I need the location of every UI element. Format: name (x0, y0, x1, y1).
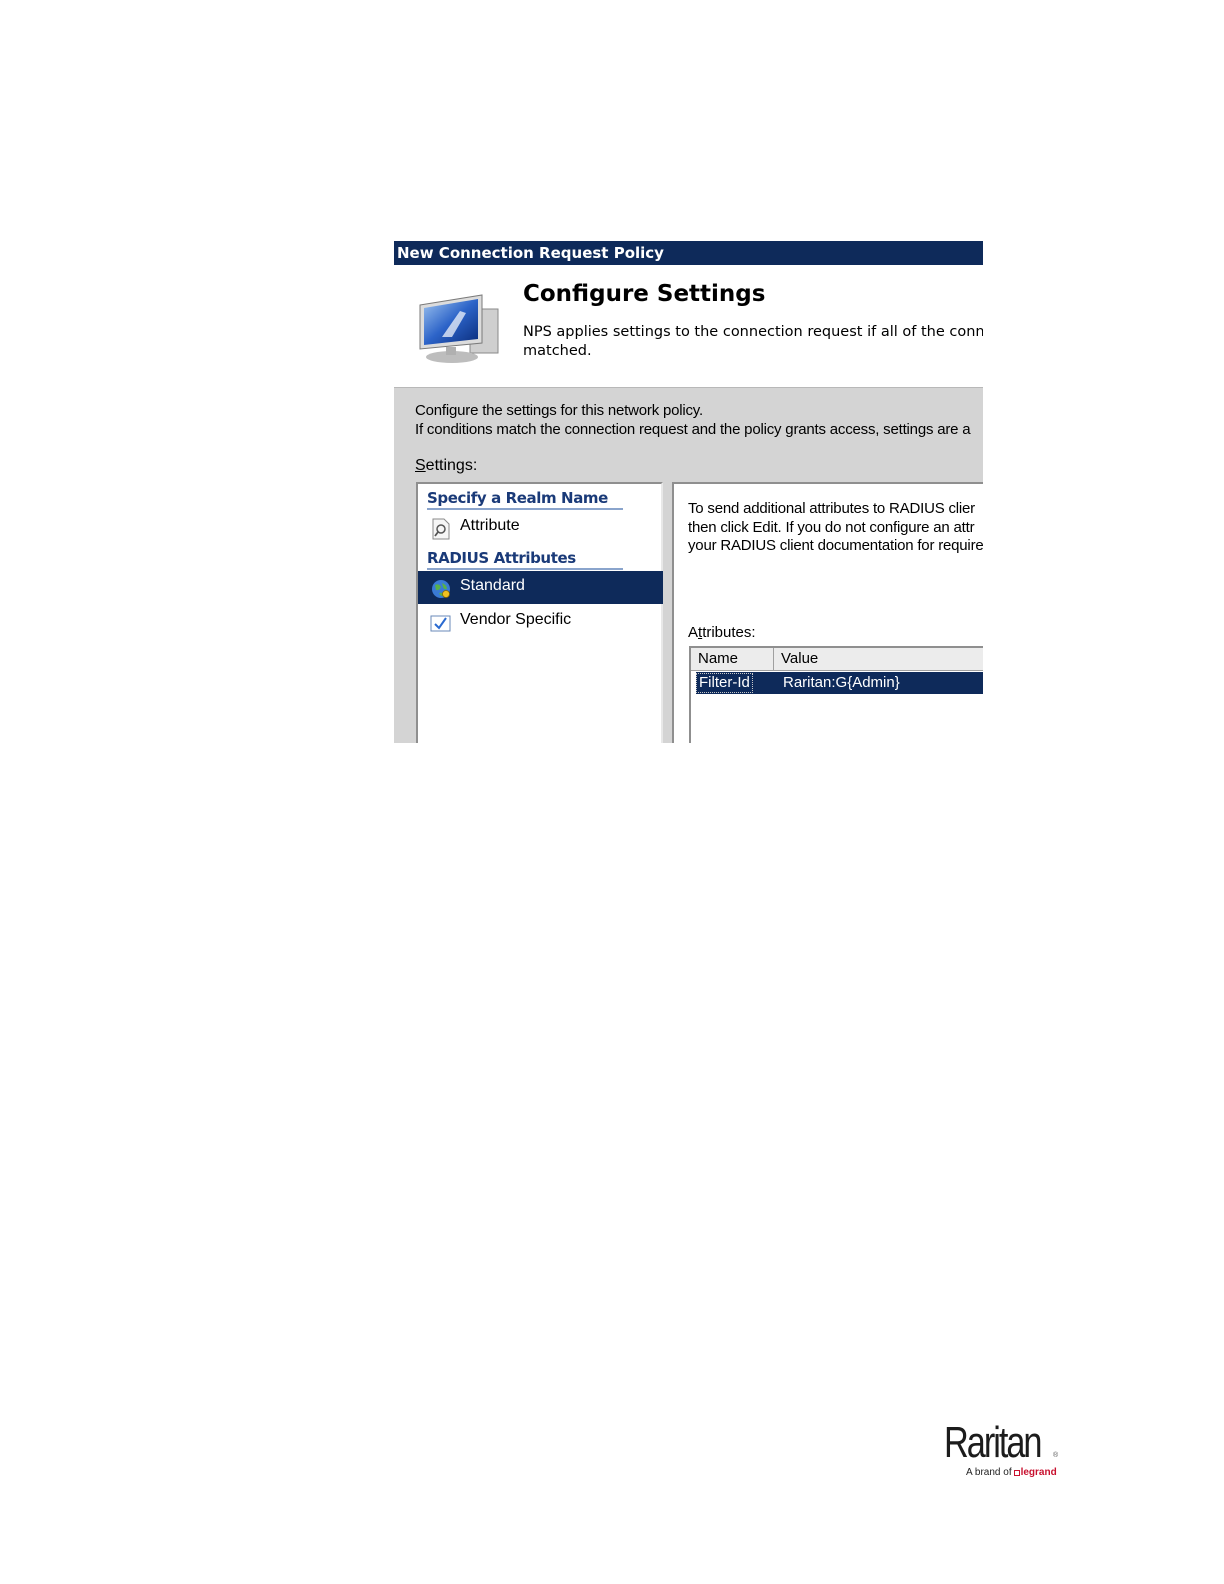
registered-mark: ® (1053, 1452, 1059, 1459)
intro-line: Configure the settings for this network … (415, 402, 703, 419)
details-description: To send additional attributes to RADIUS … (688, 500, 983, 556)
page-description: NPS applies settings to the connection r… (523, 323, 983, 361)
details-line: then click Edit. If you do not configure… (688, 518, 975, 536)
access-key: S (415, 457, 426, 474)
attributes-label-part: A (688, 624, 699, 641)
tree-item-vendor-specific[interactable]: Vendor Specific (418, 605, 663, 638)
attributes-label-part: tributes: (702, 624, 756, 641)
settings-tree: Specify a Realm Name Attribute RADIUS At… (416, 482, 663, 743)
checkbox-icon (430, 615, 451, 632)
tree-item-attribute[interactable]: Attribute (418, 511, 663, 544)
attributes-label: Attributes: (688, 624, 756, 641)
settings-label-text: ettings: (425, 457, 478, 474)
group-header-realm: Specify a Realm Name (427, 489, 623, 510)
wizard-header: Configure Settings NPS applies settings … (394, 265, 983, 388)
tree-item-label: Vendor Specific (460, 611, 572, 628)
tree-item-label: Attribute (460, 517, 520, 534)
globe-icon (432, 580, 450, 598)
legrand-square-icon (1013, 1470, 1020, 1476)
description-line: matched. (523, 343, 592, 359)
magnifier-page-icon (432, 518, 450, 540)
tagline-brand: legrand (1020, 1467, 1057, 1478)
description-line: NPS applies settings to the connection r… (523, 324, 983, 340)
brand-wordmark: Raritan (944, 1418, 1042, 1467)
brand-tagline: A brand of legrand (966, 1467, 1057, 1478)
column-header-value[interactable]: Value (774, 648, 983, 670)
cell-name: Filter-Id (699, 674, 750, 691)
settings-label: Settings: (415, 457, 477, 475)
settings-details: To send additional attributes to RADIUS … (672, 482, 983, 743)
brand-logo: Raritan ® A brand of legrand (940, 1418, 1062, 1480)
tree-item-standard[interactable]: Standard (418, 571, 663, 604)
details-line: To send additional attributes to RADIUS … (688, 500, 975, 517)
cell-value: Raritan:G{Admin} (783, 674, 900, 691)
window-title: New Connection Request Policy (394, 241, 983, 265)
tagline-prefix: A brand of (966, 1467, 1012, 1478)
attributes-list[interactable]: Name Value Filter-Id Raritan:G{Admin} (689, 646, 983, 743)
column-header-name[interactable]: Name (691, 648, 774, 670)
intro-text: Configure the settings for this network … (415, 401, 971, 439)
table-row[interactable]: Filter-Id Raritan:G{Admin} (696, 672, 983, 694)
group-header-radius: RADIUS Attributes (427, 549, 623, 570)
intro-line: If conditions match the connection reque… (415, 421, 971, 438)
tree-item-label: Standard (460, 577, 525, 594)
list-header: Name Value (691, 648, 983, 671)
monitor-icon (419, 294, 499, 363)
policy-dialog-screenshot: New Connection Request Policy Configure … (394, 241, 983, 743)
page-title: Configure Settings (523, 281, 766, 307)
details-line: your RADIUS client documentation for req… (688, 537, 983, 554)
